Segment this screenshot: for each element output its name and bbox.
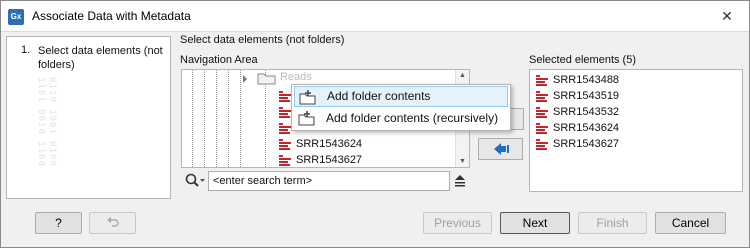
search-icon[interactable] <box>184 172 206 190</box>
folder-add-icon <box>298 111 315 126</box>
sequence-list-icon <box>279 138 292 150</box>
scroll-down-icon[interactable]: ▼ <box>459 158 466 165</box>
remove-from-selection-button[interactable] <box>478 138 523 160</box>
next-button[interactable]: Next <box>500 212 570 234</box>
help-icon: ? <box>55 216 62 230</box>
step-number: 1. <box>21 44 31 56</box>
sequence-list-icon <box>536 106 549 118</box>
context-menu: Add folder contents Add folder contents … <box>291 84 511 131</box>
list-item[interactable]: SRR1543532 <box>536 104 619 120</box>
selected-elements-list[interactable]: SRR1543488 SRR1543519 SRR1543532 SRR1543… <box>529 69 743 192</box>
sequence-list-icon <box>536 122 549 134</box>
wizard-steps-panel: 1. Select data elements (not folders) 01… <box>6 36 171 199</box>
folder-label[interactable]: Reads <box>280 71 312 83</box>
menu-item-label: Add folder contents <box>327 89 431 103</box>
tree-guide-line <box>204 70 205 167</box>
app-logo-icon: Gx <box>8 9 24 25</box>
tree-item-label: SRR1543624 <box>296 138 363 150</box>
navigation-area-label: Navigation Area <box>180 54 258 66</box>
cancel-button[interactable]: Cancel <box>655 212 726 234</box>
search-input[interactable] <box>208 171 450 191</box>
move-left-icon <box>494 143 509 155</box>
tree-item[interactable]: SRR1543624 <box>279 136 362 152</box>
title-bar: Gx Associate Data with Metadata ✕ <box>1 1 749 32</box>
menu-item-add-folder-contents[interactable]: Add folder contents <box>294 86 508 107</box>
sequence-list-icon <box>536 74 549 86</box>
sequence-list-icon <box>536 90 549 102</box>
folder-add-icon <box>299 90 316 105</box>
tree-guide-line <box>216 70 217 167</box>
reset-button[interactable] <box>89 212 136 234</box>
finish-button[interactable]: Finish <box>578 212 647 234</box>
list-item[interactable]: SRR1543488 <box>536 72 619 88</box>
binary-watermark: 0110 1001 0100 1101 0010 1100 <box>36 77 57 167</box>
tree-guide-line <box>192 70 193 167</box>
section-title: Select data elements (not folders) <box>180 34 345 46</box>
list-item-label: SRR1543488 <box>553 74 620 86</box>
tree-item-label: SRR1543627 <box>296 154 363 166</box>
menu-item-add-folder-contents-recursively[interactable]: Add folder contents (recursively) <box>294 108 508 129</box>
dialog-window: Gx Associate Data with Metadata ✕ 1. Sel… <box>0 0 750 248</box>
help-button[interactable]: ? <box>35 212 82 234</box>
undo-icon <box>106 217 119 227</box>
close-button[interactable]: ✕ <box>715 6 739 26</box>
list-item[interactable]: SRR1543624 <box>536 120 619 136</box>
previous-button[interactable]: Previous <box>423 212 492 234</box>
close-icon: ✕ <box>721 8 733 24</box>
list-item[interactable]: SRR1543519 <box>536 88 619 104</box>
window-title: Associate Data with Metadata <box>32 9 191 23</box>
menu-item-label: Add folder contents (recursively) <box>326 111 499 125</box>
folder-icon <box>257 73 276 85</box>
tree-item[interactable]: SRR1543627 <box>279 152 362 168</box>
search-options-icon[interactable] <box>454 173 466 187</box>
sequence-list-icon <box>279 154 292 166</box>
list-item[interactable]: SRR1543627 <box>536 136 619 152</box>
scroll-up-icon[interactable]: ▲ <box>459 72 466 79</box>
list-item-label: SRR1543532 <box>553 106 620 118</box>
list-item-label: SRR1543624 <box>553 122 620 134</box>
tree-guide-line <box>228 70 229 167</box>
selected-elements-label: Selected elements (5) <box>529 54 636 66</box>
add-to-selection-button[interactable] <box>509 108 524 130</box>
sequence-list-icon <box>536 138 549 150</box>
folder-row[interactable] <box>241 71 277 85</box>
step-label: Select data elements (not folders) <box>38 45 163 71</box>
list-item-label: SRR1543627 <box>553 138 620 150</box>
list-item-label: SRR1543519 <box>553 90 620 102</box>
expand-arrow-icon <box>243 75 247 83</box>
